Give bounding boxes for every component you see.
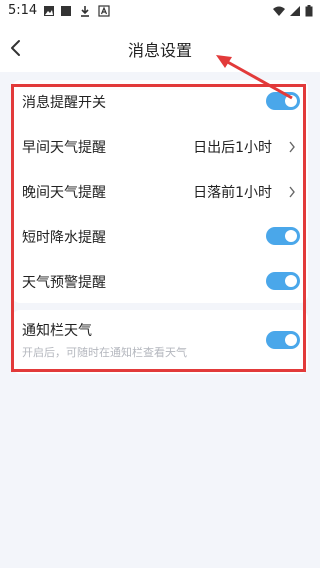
status-time: 5:14 xyxy=(8,3,38,18)
wifi-icon xyxy=(273,6,285,16)
square-icon xyxy=(61,6,71,16)
status-bar: 5:14 xyxy=(0,0,320,24)
page-title: 消息设置 xyxy=(127,41,192,60)
annotation-highlight-box xyxy=(11,84,306,372)
battery-icon xyxy=(305,5,313,17)
download-icon xyxy=(81,6,89,17)
letter-a-icon xyxy=(98,5,110,17)
signal-icon xyxy=(290,6,300,16)
image-icon xyxy=(44,6,54,16)
header: 消息设置 xyxy=(0,24,320,72)
